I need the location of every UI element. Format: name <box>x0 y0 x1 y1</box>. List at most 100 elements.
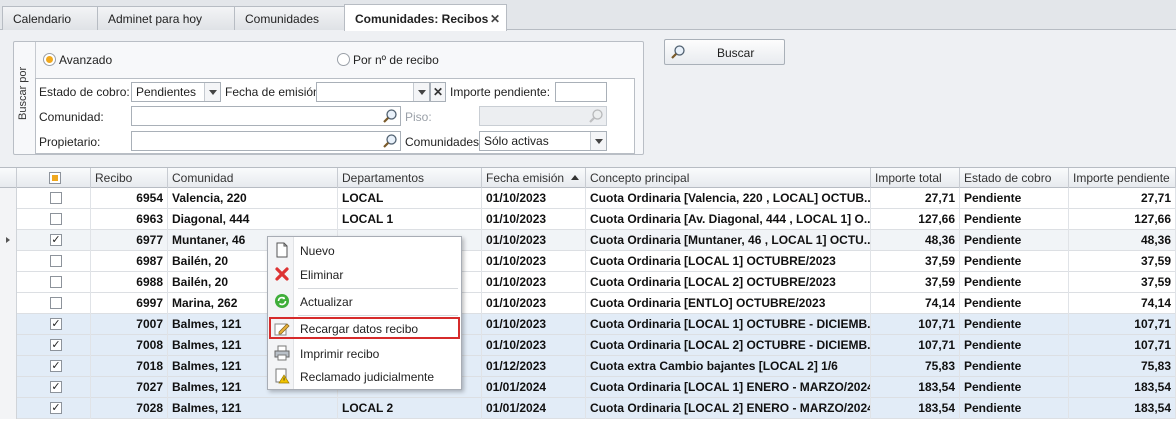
importe-input[interactable] <box>555 82 607 102</box>
header-recibo[interactable]: Recibo <box>91 168 168 188</box>
cell-fecha: 01/01/2024 <box>482 377 586 398</box>
row-checkbox[interactable]: ✓ <box>50 381 62 393</box>
header-concepto[interactable]: Concepto principal <box>586 168 871 188</box>
sort-ascending-icon <box>571 175 579 180</box>
delete-x-icon <box>275 267 289 281</box>
cell-recibo: 6954 <box>91 188 168 209</box>
row-checkbox[interactable]: ✓ <box>50 339 62 351</box>
header-importe-total[interactable]: Importe total <box>871 168 960 188</box>
search-group-label: Buscar por <box>14 42 36 154</box>
grid-header: Recibo Comunidad Departamentos Fecha emi… <box>0 168 1176 188</box>
chevron-down-icon[interactable] <box>590 132 606 150</box>
piso-input[interactable] <box>479 106 607 126</box>
table-row[interactable]: ✓ 7027 Balmes, 121 01/01/2024 Cuota Ordinari… <box>0 377 1176 398</box>
row-indicator[interactable] <box>0 335 17 356</box>
cell-fecha: 01/10/2023 <box>482 314 586 335</box>
row-indicator[interactable] <box>0 377 17 398</box>
propietario-input[interactable] <box>131 131 401 151</box>
row-checkbox[interactable]: ✓ <box>50 318 62 330</box>
print-icon <box>274 345 290 361</box>
table-row[interactable]: ✓ 7028 Balmes, 121 LOCAL 2 01/01/2024 Cuota O… <box>0 398 1176 419</box>
header-fecha-emision[interactable]: Fecha emisión <box>482 168 586 188</box>
table-row[interactable]: 6997 Marina, 262 01/10/2023 Cuota Ordinaria… <box>0 293 1176 314</box>
context-menu: Nuevo Eliminar Actualizar Recargar datos… <box>267 236 462 390</box>
legal-warning-icon <box>275 368 290 384</box>
row-indicator[interactable] <box>0 314 17 335</box>
cell-importe-pendiente: 74,14 <box>1069 293 1176 314</box>
filter-panel: Estado de cobro: Pendientes Fecha de emi… <box>35 78 635 154</box>
cell-estado: Pendiente <box>960 251 1069 272</box>
cell-fecha: 01/10/2023 <box>482 209 586 230</box>
tab-adminet-para-hoy[interactable]: Adminet para hoy <box>97 6 235 30</box>
cell-importe-total: 127,66 <box>871 209 960 230</box>
table-row[interactable]: ✓ 6977 Muntaner, 46 01/10/2023 Cuota Ordinar… <box>0 230 1176 251</box>
row-checkbox[interactable]: ✓ <box>50 360 62 372</box>
row-indicator[interactable] <box>0 251 17 272</box>
search-icon[interactable] <box>382 133 398 149</box>
row-checkbox[interactable] <box>50 276 62 288</box>
tab-calendario[interactable]: Calendario <box>2 6 98 30</box>
row-checkbox[interactable] <box>50 255 62 267</box>
row-indicator[interactable] <box>0 209 17 230</box>
menu-item-imprimir-recibo[interactable]: Imprimir recibo <box>269 342 460 364</box>
menu-label: Nuevo <box>300 244 335 258</box>
cell-estado: Pendiente <box>960 335 1069 356</box>
row-indicator[interactable] <box>0 188 17 209</box>
menu-item-nuevo[interactable]: Nuevo <box>269 239 460 261</box>
clear-date-icon[interactable]: ✕ <box>430 82 446 102</box>
row-indicator[interactable] <box>0 356 17 377</box>
table-row[interactable]: 6987 Bailén, 20 01/10/2023 Cuota Ordinaria … <box>0 251 1176 272</box>
search-icon <box>671 45 685 59</box>
close-icon[interactable]: ✕ <box>490 12 500 26</box>
table-row[interactable]: 6954 Valencia, 220 LOCAL 01/10/2023 Cuota Or… <box>0 188 1176 209</box>
chevron-down-icon[interactable] <box>413 83 429 101</box>
header-departamentos[interactable]: Departamentos <box>338 168 482 188</box>
row-indicator[interactable] <box>0 398 17 419</box>
tab-comunidades-recibos[interactable]: Comunidades: Recibos ✕ <box>344 4 507 31</box>
cell-importe-pendiente: 127,66 <box>1069 209 1176 230</box>
estado-value: Pendientes <box>136 85 197 99</box>
select-all-checkbox[interactable] <box>49 172 61 184</box>
estado-select[interactable]: Pendientes <box>131 82 221 102</box>
table-row[interactable]: ✓ 7007 Balmes, 121 01/10/2023 Cuota Ordinari… <box>0 314 1176 335</box>
menu-label: Reclamado judicialmente <box>300 370 435 384</box>
cell-estado: Pendiente <box>960 188 1069 209</box>
table-row[interactable]: 6988 Bailén, 20 01/10/2023 Cuota Ordinaria … <box>0 272 1176 293</box>
tab-label: Calendario <box>13 12 72 26</box>
menu-item-recargar-datos-recibo[interactable]: Recargar datos recibo <box>269 317 460 339</box>
cell-importe-total: 75,83 <box>871 356 960 377</box>
radio-avanzado[interactable] <box>43 53 56 66</box>
menu-item-eliminar[interactable]: Eliminar <box>269 263 460 285</box>
search-icon[interactable] <box>382 108 398 124</box>
table-row[interactable]: ✓ 7008 Balmes, 121 01/10/2023 Cuota Ordinari… <box>0 335 1176 356</box>
menu-separator <box>298 288 458 289</box>
row-indicator[interactable] <box>0 272 17 293</box>
table-row[interactable]: 6963 Diagonal, 444 LOCAL 1 01/10/2023 Cuota … <box>0 209 1176 230</box>
row-checkbox[interactable] <box>50 297 62 309</box>
row-checkbox[interactable] <box>50 192 62 204</box>
table-row[interactable]: ✓ 7018 Balmes, 121 01/12/2023 Cuota extra Ca… <box>0 356 1176 377</box>
row-checkbox[interactable]: ✓ <box>50 402 62 414</box>
chevron-down-icon[interactable] <box>204 83 220 101</box>
row-checkbox[interactable]: ✓ <box>50 234 62 246</box>
row-indicator[interactable] <box>0 293 17 314</box>
header-select-all[interactable] <box>17 168 91 188</box>
cell-recibo: 7018 <box>91 356 168 377</box>
header-comunidad[interactable]: Comunidad <box>168 168 338 188</box>
radio-por-recibo[interactable] <box>337 53 350 66</box>
cell-importe-total: 107,71 <box>871 335 960 356</box>
comunidad-input[interactable] <box>131 106 401 126</box>
menu-item-actualizar[interactable]: Actualizar <box>269 290 460 312</box>
menu-item-reclamado-judicialmente[interactable]: Reclamado judicialmente <box>269 365 460 387</box>
fecha-input[interactable] <box>316 82 430 102</box>
header-importe-pendiente[interactable]: Importe pendiente <box>1069 168 1176 188</box>
comunidades-select[interactable]: Sólo activas <box>479 131 607 151</box>
search-icon[interactable] <box>588 108 604 124</box>
row-indicator[interactable] <box>0 230 17 251</box>
header-estado-cobro[interactable]: Estado de cobro <box>960 168 1069 188</box>
propietario-label: Propietario: <box>39 135 101 149</box>
tab-comunidades[interactable]: Comunidades <box>234 6 345 30</box>
search-button[interactable]: Buscar <box>664 39 785 65</box>
cell-fecha: 01/01/2024 <box>482 398 586 419</box>
row-checkbox[interactable] <box>50 213 62 225</box>
